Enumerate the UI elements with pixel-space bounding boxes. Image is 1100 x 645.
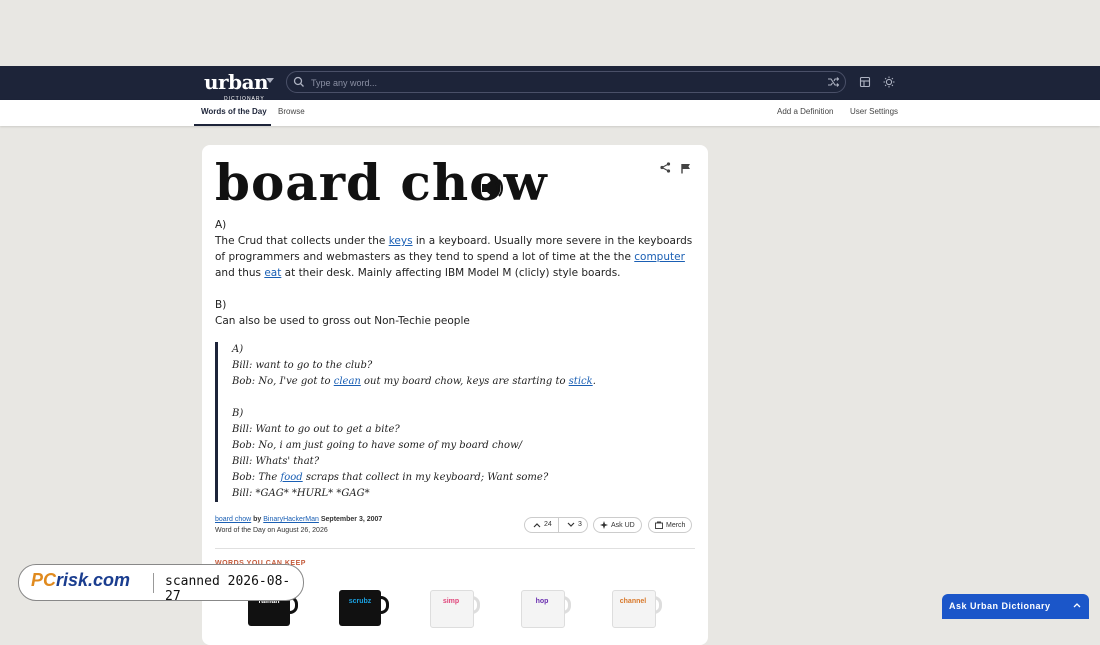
flag-icon[interactable] bbox=[681, 163, 691, 174]
pcrisk-logo-b: risk.com bbox=[56, 570, 131, 590]
upvote-button[interactable]: 24 bbox=[533, 521, 552, 528]
example-line: Bill: Whats' that? bbox=[232, 456, 320, 467]
active-tab-indicator bbox=[194, 124, 271, 126]
mug-label: simp bbox=[442, 598, 460, 605]
ask-ud-button[interactable]: Ask UD bbox=[593, 517, 642, 533]
mug-body bbox=[430, 590, 474, 628]
example-text: Bob: The bbox=[232, 472, 281, 483]
definition-meaning: A) The Crud that collects under the keys… bbox=[215, 217, 695, 329]
link-computer[interactable]: computer bbox=[634, 251, 685, 263]
search-input[interactable] bbox=[309, 74, 813, 92]
pcrisk-logo: PCrisk.com bbox=[31, 570, 130, 591]
chevron-up-icon bbox=[533, 522, 541, 527]
author-link[interactable]: BinaryHackerMan bbox=[263, 516, 319, 523]
example-line: Bill: want to go to the club? bbox=[232, 360, 373, 371]
pcrisk-watermark: PCrisk.com scanned 2026-08-27 bbox=[18, 564, 304, 604]
mug-label: channel bbox=[619, 598, 647, 605]
ask-ud-label: Ask UD bbox=[611, 521, 635, 529]
merch-mug[interactable]: hop bbox=[517, 586, 575, 628]
wotd-date: Word of the Day on August 26, 2026 bbox=[215, 527, 328, 534]
store-icon[interactable] bbox=[859, 76, 871, 88]
site-logo[interactable]: urban DICTIONARY bbox=[204, 72, 269, 102]
meaning-text: at their desk. Mainly affecting IBM Mode… bbox=[281, 267, 621, 279]
search-bar bbox=[286, 71, 846, 93]
meaning-text: The Crud that collects under the bbox=[215, 235, 389, 247]
example-text: Bob: No, I've got to bbox=[232, 376, 334, 387]
word-link[interactable]: board chow bbox=[215, 516, 251, 523]
ask-urban-dictionary-bar[interactable]: Ask Urban Dictionary bbox=[942, 594, 1089, 619]
chevron-down-icon bbox=[567, 522, 575, 527]
meaning-b-text: Can also be used to gross out Non-Techie… bbox=[215, 315, 470, 327]
post-date: September 3, 2007 bbox=[318, 516, 383, 523]
link-eat[interactable]: eat bbox=[264, 267, 281, 279]
example-block: A) Bill: want to go to the club? Bob: No… bbox=[215, 342, 693, 502]
top-header: urban DICTIONARY bbox=[0, 66, 1100, 102]
tab-browse[interactable]: Browse bbox=[278, 107, 305, 116]
example-line: Bill: *GAG* *HURL* *GAG* bbox=[232, 488, 370, 499]
meaning-text: and thus bbox=[215, 267, 265, 279]
mug-label: scrubz bbox=[348, 598, 372, 605]
tab-words-of-the-day[interactable]: Words of the Day bbox=[201, 107, 267, 116]
merch-mug[interactable]: scrubz bbox=[335, 586, 393, 626]
contributor-info: board chow by BinaryHackerMan September … bbox=[215, 514, 382, 536]
downvote-count: 3 bbox=[578, 521, 582, 528]
example-line: Bob: The food scraps that collect in my … bbox=[232, 470, 693, 486]
mug-label: hop bbox=[535, 598, 549, 605]
divider bbox=[215, 548, 695, 549]
vote-group: 24 3 bbox=[524, 517, 588, 533]
chevron-down-icon[interactable] bbox=[266, 78, 274, 83]
example-text: out my board chow, keys are starting to bbox=[360, 376, 569, 387]
example-text: . bbox=[592, 376, 596, 387]
pcrisk-logo-a: PC bbox=[31, 570, 57, 590]
scan-date-text: scanned 2026-08-27 bbox=[165, 574, 291, 604]
mug-body bbox=[339, 590, 381, 626]
meaning-b-label: B) bbox=[215, 299, 227, 311]
user-settings-link[interactable]: User Settings bbox=[850, 107, 898, 116]
chevron-up-icon bbox=[1073, 603, 1081, 608]
mug-body bbox=[612, 590, 656, 628]
secondary-nav: Words of the Day Browse Add a Definition… bbox=[0, 100, 1100, 126]
merch-button[interactable]: Merch bbox=[648, 517, 693, 533]
ad-space bbox=[0, 0, 1100, 66]
meaning-a-text: The Crud that collects under the keys in… bbox=[215, 233, 695, 281]
merch-label: Merch bbox=[666, 521, 686, 529]
example-line: Bob: No, i am just going to have some of… bbox=[232, 440, 522, 451]
search-icon bbox=[293, 76, 304, 87]
meaning-a-label: A) bbox=[215, 219, 227, 231]
speaker-icon[interactable] bbox=[480, 177, 504, 199]
shuffle-icon[interactable] bbox=[827, 76, 839, 88]
link-food[interactable]: food bbox=[281, 472, 303, 483]
sun-icon[interactable] bbox=[883, 76, 895, 88]
link-keys[interactable]: keys bbox=[389, 235, 413, 247]
add-definition-link[interactable]: Add a Definition bbox=[777, 107, 833, 116]
sparkle-icon bbox=[600, 521, 608, 529]
example-line: Bill: Want to go out to get a bite? bbox=[232, 424, 400, 435]
merch-mug[interactable]: simp bbox=[426, 586, 484, 628]
example-line: Bob: No, I've got to clean out my board … bbox=[232, 374, 693, 390]
ask-bar-label: Ask Urban Dictionary bbox=[949, 601, 1051, 611]
merch-mug[interactable]: channel bbox=[608, 586, 666, 628]
by-text: by bbox=[251, 516, 264, 523]
example-b-label: B) bbox=[232, 408, 244, 419]
upvote-count: 24 bbox=[544, 521, 552, 528]
link-clean[interactable]: clean bbox=[334, 376, 361, 387]
example-text: scraps that collect in my keyboard; Want… bbox=[302, 472, 549, 483]
downvote-button[interactable]: 3 bbox=[567, 521, 582, 528]
share-icon[interactable] bbox=[660, 162, 671, 173]
mug-body bbox=[521, 590, 565, 628]
link-stick[interactable]: stick bbox=[569, 376, 593, 387]
shop-icon bbox=[655, 521, 663, 529]
example-a-label: A) bbox=[232, 344, 244, 355]
